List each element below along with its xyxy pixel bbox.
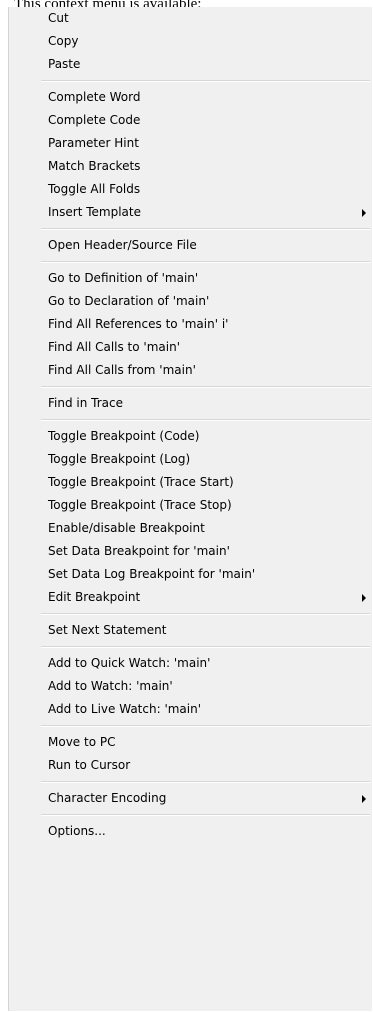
menu-item-match-brackets[interactable]: Match Brackets [9, 155, 372, 178]
menu-item-toggle-breakpoint-code[interactable]: Toggle Breakpoint (Code) [9, 425, 372, 448]
menu-item-find-all-calls-from[interactable]: Find All Calls from 'main' [9, 359, 372, 382]
menu-item-edit-breakpoint[interactable]: Edit Breakpoint [9, 586, 372, 609]
context-menu: Cut Copy Paste Complete Word Complete Co… [8, 7, 372, 1011]
menu-separator [41, 814, 370, 816]
menu-item-find-all-calls-to[interactable]: Find All Calls to 'main' [9, 336, 372, 359]
menu-item-set-data-breakpoint[interactable]: Set Data Breakpoint for 'main' [9, 540, 372, 563]
menu-item-go-to-definition[interactable]: Go to Definition of 'main' [9, 267, 372, 290]
menu-item-enable-disable-breakpoint[interactable]: Enable/disable Breakpoint [9, 517, 372, 540]
menu-item-toggle-breakpoint-trace-stop[interactable]: Toggle Breakpoint (Trace Stop) [9, 494, 372, 517]
menu-separator [41, 646, 370, 648]
menu-item-set-next-statement[interactable]: Set Next Statement [9, 619, 372, 642]
menu-item-open-header-source[interactable]: Open Header/Source File [9, 234, 372, 257]
menu-item-move-to-pc[interactable]: Move to PC [9, 731, 372, 754]
menu-item-add-to-watch[interactable]: Add to Watch: 'main' [9, 675, 372, 698]
menu-item-go-to-declaration[interactable]: Go to Declaration of 'main' [9, 290, 372, 313]
menu-separator [41, 386, 370, 388]
menu-item-parameter-hint[interactable]: Parameter Hint [9, 132, 372, 155]
menu-item-complete-code[interactable]: Complete Code [9, 109, 372, 132]
menu-item-label: Edit Breakpoint [48, 590, 141, 604]
menu-separator [41, 725, 370, 727]
menu-separator [41, 80, 370, 82]
menu-item-add-to-live-watch[interactable]: Add to Live Watch: 'main' [9, 698, 372, 721]
menu-item-paste[interactable]: Paste [9, 53, 372, 76]
menu-item-copy[interactable]: Copy [9, 30, 372, 53]
menu-item-insert-template[interactable]: Insert Template [9, 201, 372, 224]
menu-item-run-to-cursor[interactable]: Run to Cursor [9, 754, 372, 777]
menu-separator [41, 228, 370, 230]
chevron-right-icon [362, 209, 366, 217]
menu-separator [41, 781, 370, 783]
menu-item-set-data-log-breakpoint[interactable]: Set Data Log Breakpoint for 'main' [9, 563, 372, 586]
chevron-right-icon [362, 594, 366, 602]
menu-item-toggle-all-folds[interactable]: Toggle All Folds [9, 178, 372, 201]
menu-item-label: Insert Template [48, 205, 141, 219]
menu-separator [41, 613, 370, 615]
menu-separator [41, 419, 370, 421]
menu-item-label: Character Encoding [48, 791, 167, 805]
menu-item-complete-word[interactable]: Complete Word [9, 86, 372, 109]
menu-separator [41, 261, 370, 263]
menu-item-cut[interactable]: Cut [9, 7, 372, 30]
menu-item-character-encoding[interactable]: Character Encoding [9, 787, 372, 810]
menu-item-toggle-breakpoint-trace-start[interactable]: Toggle Breakpoint (Trace Start) [9, 471, 372, 494]
menu-item-options[interactable]: Options... [9, 820, 372, 843]
chevron-right-icon [362, 795, 366, 803]
menu-item-add-to-quick-watch[interactable]: Add to Quick Watch: 'main' [9, 652, 372, 675]
menu-item-find-in-trace[interactable]: Find in Trace [9, 392, 372, 415]
menu-item-toggle-breakpoint-log[interactable]: Toggle Breakpoint (Log) [9, 448, 372, 471]
menu-item-find-all-references[interactable]: Find All References to 'main' i' [9, 313, 372, 336]
